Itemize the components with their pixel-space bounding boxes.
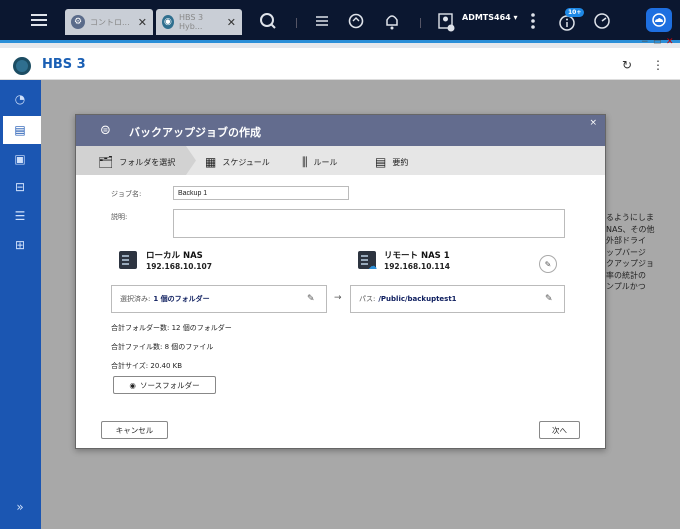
arrow-right-icon: → [334, 293, 342, 303]
dialog-title: バックアップジョブの作成 [129, 126, 261, 139]
job-name-input[interactable] [173, 186, 349, 200]
wizard-steps: 🗂 フォルダを選択 ▦ スケジュール ⫼ ルール ▤ 要約 [76, 146, 605, 175]
services-icon[interactable]: ⊞ [12, 238, 28, 252]
tab-control-panel[interactable]: ⚙ コントロ... ✕ [65, 9, 153, 35]
folder-select-icon: 🗂 [98, 155, 114, 169]
edit-source-icon[interactable]: ✎ [307, 294, 315, 304]
dialog-close-icon[interactable]: × [589, 118, 597, 128]
dashboard-icon[interactable] [592, 11, 612, 31]
separator [420, 18, 421, 28]
app-header [0, 48, 680, 80]
eye-icon: ◉ [129, 380, 136, 390]
selected-folders-box[interactable]: 選択済み: 1 個のフォルダー [111, 285, 327, 313]
step-rules: ⫼ ルール [302, 155, 338, 169]
menu-icon[interactable] [30, 11, 48, 29]
tab-label: コントロ... [90, 17, 130, 27]
source-folder-button[interactable]: ◉ ソースフォルダー [113, 376, 216, 394]
user-icon[interactable] [436, 11, 456, 33]
overview-icon[interactable]: ◔ [12, 92, 28, 106]
dialog-header: ⊜ バックアップジョブの作成 × [76, 115, 605, 146]
total-size: 合計サイズ: 20.40 KB [111, 362, 183, 370]
cloud-icon: ☁ [368, 262, 377, 272]
notification-badge: 10+ [565, 8, 585, 17]
backup-icon: ▤ [14, 123, 26, 137]
cancel-button[interactable]: キャンセル [101, 421, 168, 439]
local-nas-icon [119, 251, 137, 269]
local-nas-name: ローカル NAS [146, 251, 203, 261]
remote-nas-ip: 192.168.10.114 [384, 262, 450, 271]
job-name-label: ジョブ名: [111, 190, 142, 198]
stack-icon[interactable] [312, 11, 332, 31]
sliders-icon: ⫼ [302, 155, 308, 169]
storage-icon[interactable]: ☰ [12, 209, 28, 223]
clipboard-icon: ▤ [375, 155, 387, 169]
sync-jobs-icon[interactable]: ⊟ [12, 180, 28, 194]
refresh-icon[interactable]: ↻ [622, 58, 632, 72]
window-bar [0, 40, 680, 48]
restore-icon[interactable]: ▣ [12, 152, 28, 166]
hbs-icon: ◉ [162, 15, 174, 29]
backup-job-icon: ⊜ [100, 123, 111, 138]
create-backup-job-dialog: ⊜ バックアップジョブの作成 × 🗂 フォルダを選択 ▦ スケジュール ⫼ ルー… [75, 114, 606, 449]
remote-nas-name: リモート NAS 1 [384, 251, 450, 261]
username[interactable]: ADMTS464 ▾ [462, 13, 518, 22]
edit-destination-icon[interactable]: ✎ [545, 294, 553, 304]
expand-icon[interactable]: » [12, 500, 28, 514]
gear-icon: ⚙ [71, 15, 85, 29]
close-tab-icon[interactable]: ✕ [227, 16, 236, 29]
maximize-icon[interactable]: ▭ [653, 37, 662, 47]
step-summary: ▤ 要約 [375, 155, 409, 169]
hbs-logo-icon [13, 57, 31, 75]
step-select-folder: 🗂 フォルダを選択 [98, 155, 176, 169]
sync-icon[interactable] [346, 11, 366, 31]
background-text: きるようにしま にNAS、その他 の外部ドライ アップバージ ックアップジョ 用… [598, 213, 655, 291]
total-files: 合計ファイル数: 8 個のファイル [111, 343, 214, 351]
description-label: 説明: [111, 213, 128, 221]
local-nas-ip: 192.168.10.107 [146, 262, 212, 271]
step-schedule: ▦ スケジュール [205, 155, 270, 169]
cloud-icon[interactable] [646, 8, 672, 32]
app-title: HBS 3 [42, 57, 86, 72]
more-vertical-icon[interactable]: ⋮ [652, 58, 664, 72]
tab-hbs3[interactable]: ◉ HBS 3 Hyb... ✕ [156, 9, 242, 35]
destination-path-box[interactable]: パス:/Public/backuptest1 [350, 285, 565, 313]
separator [296, 18, 297, 28]
calendar-icon: ▦ [205, 155, 217, 169]
close-window-icon[interactable]: ✕ [666, 37, 674, 47]
edit-remote-icon[interactable]: ✎ [539, 255, 557, 273]
top-bar: ⚙ コントロ... ✕ ◉ HBS 3 Hyb... ✕ ADMTS464 ▾ … [0, 0, 680, 40]
total-folders: 合計フォルダー数: 12 個のフォルダー [111, 324, 232, 332]
more-vertical-icon[interactable] [527, 11, 539, 31]
close-tab-icon[interactable]: ✕ [138, 16, 147, 29]
description-input[interactable] [173, 209, 565, 238]
tab-label: HBS 3 Hyb... [178, 13, 204, 31]
search-icon[interactable] [258, 11, 278, 31]
next-button[interactable]: 次へ [539, 421, 580, 439]
minimize-icon[interactable]: − [641, 37, 649, 47]
bell-icon[interactable] [382, 11, 402, 31]
sidebar [0, 80, 41, 529]
